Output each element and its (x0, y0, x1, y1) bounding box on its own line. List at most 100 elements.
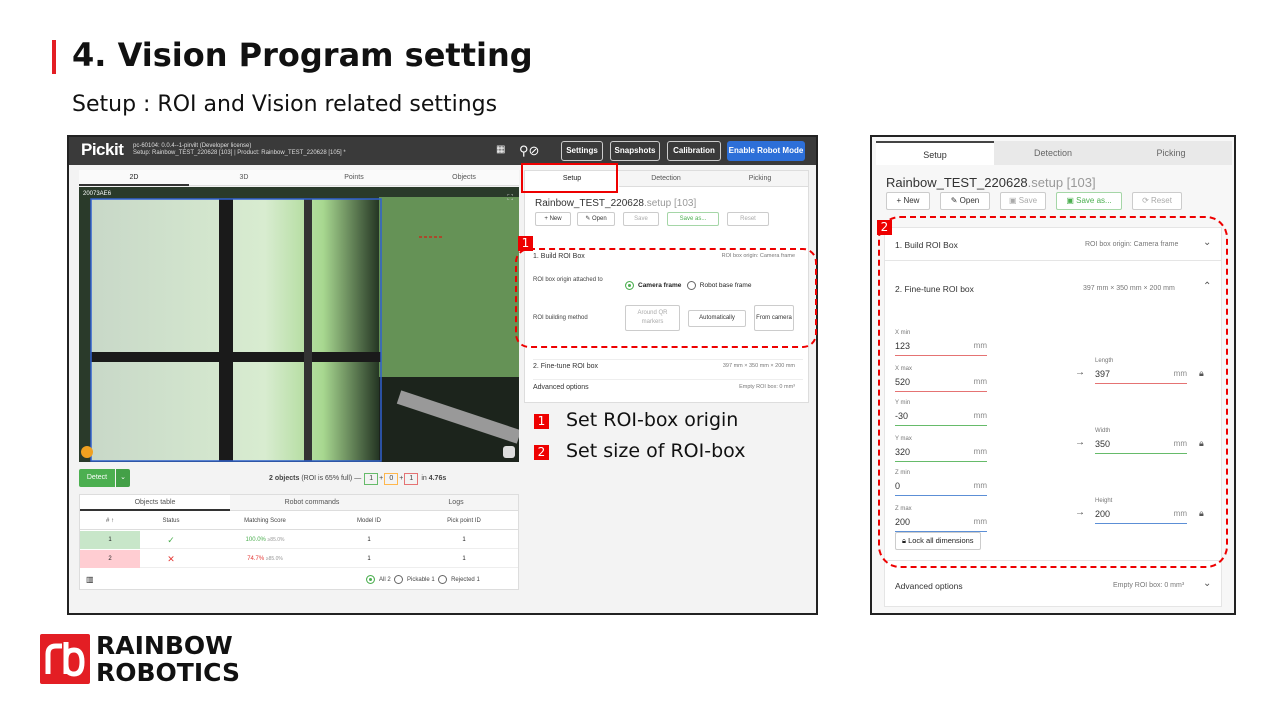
company-name: RAINBOW ROBOTICS (96, 632, 240, 686)
snapshots-button[interactable]: Snapshots (610, 141, 660, 161)
col-status: Status (162, 518, 180, 524)
save-as-button[interactable]: Save as... (667, 212, 719, 226)
slide-subtitle: Setup : ROI and Vision related settings (72, 92, 498, 117)
app-topbar: Pickit pc-60104: 0.0.4--1-pirvilt (Devel… (69, 137, 816, 165)
tab-logs[interactable]: Logs (394, 495, 518, 511)
robot-connection-icon[interactable]: ⚲⊘ (519, 141, 541, 161)
status-rejected-icon: ✕ (167, 554, 175, 564)
enable-robot-mode-button[interactable]: Enable Robot Mode (727, 141, 805, 161)
roi-fill: (ROI is 65% full) (301, 475, 353, 482)
filter-pickable-count: 1 (431, 577, 435, 584)
callout-2-tag: 2 (877, 220, 892, 235)
columns-icon[interactable]: ▥ (86, 575, 94, 584)
tab-detection[interactable]: Detection (994, 141, 1112, 165)
fine-tune-title: 2. Fine-tune ROI box (533, 363, 598, 370)
filter-all-count: 2 (387, 577, 391, 584)
grid-icon[interactable]: ▦ (496, 145, 506, 155)
table-header: # ↑ Status Matching Score Model ID Pick … (80, 512, 518, 530)
reset-label: Reset (1151, 196, 1172, 205)
row-pick-point: 1 (462, 556, 466, 562)
setup-file-name: Rainbow_TEST_220628.setup [103] (535, 198, 696, 209)
tab-setup[interactable]: Setup (876, 141, 994, 165)
table-row[interactable]: 2 ✕ 74.7% ≥85.0% 1 1 (80, 550, 518, 568)
legend-2-tag: 2 (534, 445, 549, 460)
open-button[interactable]: ✎ Open (577, 212, 615, 226)
license-line: pc-60104: 0.0.4--1-pirvilt (Developer li… (133, 143, 252, 149)
score-value: 100.0% (245, 537, 266, 543)
tab-detection[interactable]: Detection (619, 171, 713, 187)
tab-objects[interactable]: Objects (409, 170, 519, 186)
tab-picking[interactable]: Picking (713, 171, 807, 187)
tab-objects-table[interactable]: Objects table (80, 495, 230, 511)
col-pick-point-id: Pick point ID (447, 518, 481, 524)
camera-viewport[interactable]: 20073AE6 ⛶ (79, 187, 519, 462)
row-pick-point: 1 (462, 537, 466, 543)
table-row[interactable]: 1 ✓ 100.0% ≥85.0% 1 1 (80, 531, 518, 549)
detect-dropdown-icon[interactable]: ⌄ (116, 469, 130, 487)
row-number: 2 (80, 550, 140, 568)
save-button[interactable]: ▣ Save (1000, 192, 1046, 210)
tab-points[interactable]: Points (299, 170, 409, 186)
col-matching-score: Matching Score (244, 518, 286, 524)
slide-title: 4. Vision Program setting (72, 36, 533, 74)
snapshot-id-label: 20073AE6 (83, 191, 112, 197)
tab-2d[interactable]: 2D (79, 170, 189, 186)
plus-icon: + (896, 196, 902, 205)
setup-file-name: Rainbow_TEST_220628.setup [103] (886, 175, 1096, 190)
reset-icon: ⟳ (1142, 196, 1149, 205)
camera-image (79, 187, 519, 462)
legend-1-tag: 1 (534, 414, 549, 429)
chevron-down-icon[interactable]: ⌄ (1203, 578, 1211, 589)
save-button[interactable]: Save (623, 212, 659, 226)
advanced-header[interactable]: Advanced options (895, 581, 963, 591)
setup-status: pc-60104: 0.0.4--1-pirvilt (Developer li… (133, 143, 346, 157)
refresh-icon[interactable] (81, 446, 93, 458)
status-ok-icon: ✓ (167, 535, 175, 545)
detection-time: 4.76s (428, 475, 447, 482)
tab-robot-commands[interactable]: Robot commands (230, 495, 394, 511)
time-prefix: in (421, 475, 427, 482)
legend-1-text: Set ROI-box origin (566, 409, 739, 431)
filter-radios: All 2 Pickable 1 Rejected 1 (366, 575, 480, 584)
results-tabs: Objects table Robot commands Logs (80, 495, 518, 511)
expand-icon[interactable]: ⛶ (507, 193, 513, 203)
filter-all-radio[interactable] (366, 575, 375, 584)
rejected-count: 1 (404, 473, 419, 485)
setup-ext: .setup [103] (1027, 175, 1096, 190)
roi-size-highlight (878, 216, 1228, 568)
filter-rejected-radio[interactable] (438, 575, 448, 584)
camera-icon[interactable] (503, 446, 515, 458)
row-score: 100.0% ≥85.0% (202, 531, 328, 549)
save-label: Save (1018, 196, 1038, 205)
save-as-button[interactable]: ▣ Save as... (1056, 192, 1122, 210)
filter-rejected-label: Rejected (451, 577, 475, 584)
row-score: 74.7% ≥85.0% (202, 550, 328, 568)
row-number: 1 (80, 531, 140, 549)
setup-name: Rainbow_TEST_220628 (886, 175, 1028, 190)
new-button[interactable]: + New (886, 192, 930, 210)
filter-pickable-radio[interactable] (394, 575, 404, 584)
tab-3d[interactable]: 3D (189, 170, 299, 186)
open-button[interactable]: ✎ Open (940, 192, 990, 210)
calibration-button[interactable]: Calibration (667, 141, 721, 161)
unpickable-count: 0 (384, 473, 399, 485)
row-model-id: 1 (367, 556, 371, 562)
reset-button[interactable]: ⟳ Reset (1132, 192, 1182, 210)
detect-button[interactable]: Detect (79, 469, 115, 487)
pickit-logo: Pickit (81, 140, 124, 159)
fine-tune-header[interactable]: 2. Fine-tune ROI box 397 mm × 350 mm × 2… (533, 359, 803, 379)
results-panel: Objects table Robot commands Logs # ↑ St… (79, 494, 519, 590)
save-as-label: Save as... (1076, 196, 1112, 205)
setup-ext: .setup [103] (643, 198, 697, 209)
tab-picking[interactable]: Picking (1112, 141, 1230, 165)
save-as-icon: ▣ (1066, 196, 1074, 205)
advanced-header[interactable]: Advanced options Empty ROI box: 0 mm³ (533, 379, 803, 399)
setup-line: Setup: Rainbow_TEST_220628 [103] | Produ… (133, 150, 346, 156)
col-number[interactable]: # ↑ (80, 512, 140, 530)
settings-button[interactable]: Settings (561, 141, 603, 161)
new-button[interactable]: + New (535, 212, 571, 226)
setup-name: Rainbow_TEST_220628 (535, 198, 644, 209)
reset-button[interactable]: Reset (727, 212, 769, 226)
rainbow-robotics-logo-icon (40, 634, 90, 684)
empty-roi-summary: Empty ROI box: 0 mm³ (739, 384, 795, 390)
